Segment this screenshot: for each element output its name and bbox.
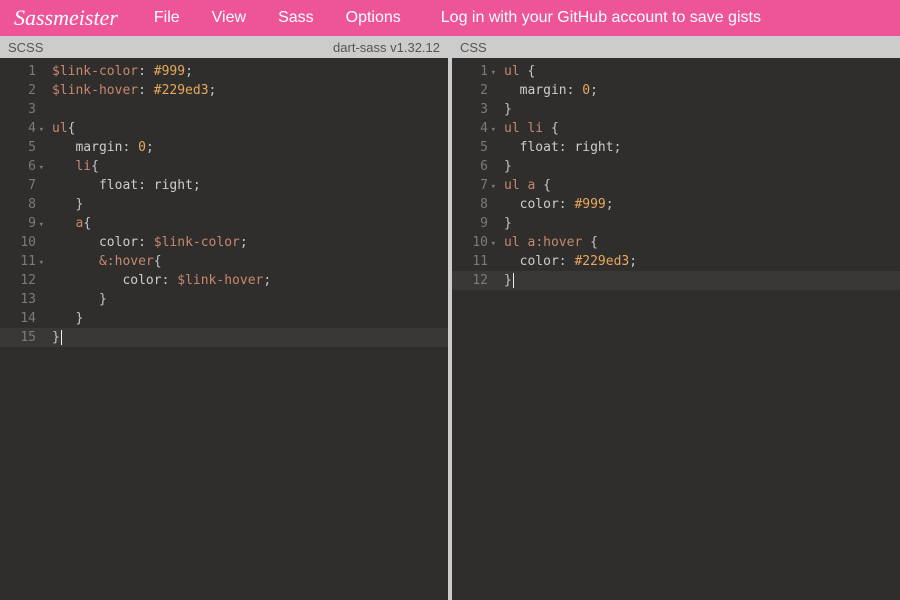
- line-number: 3: [456, 100, 488, 119]
- fold-down-icon[interactable]: ▾: [491, 235, 496, 254]
- code-line[interactable]: ul{: [52, 119, 448, 138]
- code-line[interactable]: a{: [52, 214, 448, 233]
- line-number: 1▾: [456, 62, 488, 81]
- css-code[interactable]: ul { margin: 0;}ul li { float: right;}ul…: [498, 58, 900, 600]
- code-line[interactable]: color: $link-hover;: [52, 271, 448, 290]
- scss-code[interactable]: $link-color: #999;$link-hover: #229ed3; u…: [46, 58, 448, 600]
- line-number: 12: [452, 271, 498, 290]
- code-line[interactable]: color: #229ed3;: [504, 252, 900, 271]
- fold-down-icon[interactable]: ▾: [39, 159, 44, 178]
- menu-view[interactable]: View: [196, 9, 262, 27]
- text-cursor: [61, 330, 62, 345]
- line-number: 8: [456, 195, 488, 214]
- app-logo: Sassmeister: [0, 5, 138, 31]
- scss-gutter: 1234▾56▾789▾1011▾12131415: [0, 58, 46, 600]
- code-line[interactable]: $link-color: #999;: [52, 62, 448, 81]
- fold-down-icon[interactable]: ▾: [491, 178, 496, 197]
- line-number: 2: [456, 81, 488, 100]
- line-number: 7▾: [456, 176, 488, 195]
- line-number: 13: [4, 290, 36, 309]
- line-number: 12: [4, 271, 36, 290]
- line-number: 9: [456, 214, 488, 233]
- scss-pane: SCSS dart-sass v1.32.12 1234▾56▾789▾1011…: [0, 36, 448, 600]
- code-line[interactable]: }: [52, 290, 448, 309]
- code-line[interactable]: }: [498, 271, 900, 290]
- text-cursor: [513, 273, 514, 288]
- scss-editor[interactable]: 1234▾56▾789▾1011▾12131415 $link-color: #…: [0, 58, 448, 600]
- css-pane-header: CSS: [452, 36, 900, 58]
- code-line[interactable]: }: [46, 328, 448, 347]
- line-number: 5: [4, 138, 36, 157]
- css-editor[interactable]: 1▾234▾567▾8910▾1112 ul { margin: 0;}ul l…: [452, 58, 900, 600]
- line-number: 5: [456, 138, 488, 157]
- code-line[interactable]: }: [504, 214, 900, 233]
- menu-file[interactable]: File: [138, 9, 196, 27]
- line-number: 15: [0, 328, 46, 347]
- css-gutter: 1▾234▾567▾8910▾1112: [452, 58, 498, 600]
- scss-pane-header: SCSS dart-sass v1.32.12: [0, 36, 448, 58]
- line-number: 1: [4, 62, 36, 81]
- css-pane-title: CSS: [460, 40, 487, 55]
- line-number: 11: [456, 252, 488, 271]
- line-number: 7: [4, 176, 36, 195]
- code-line[interactable]: }: [52, 309, 448, 328]
- scss-pane-title: SCSS: [8, 40, 43, 55]
- menubar: Sassmeister File View Sass Options Log i…: [0, 0, 900, 36]
- fold-down-icon[interactable]: ▾: [39, 216, 44, 235]
- menu-login[interactable]: Log in with your GitHub account to save …: [417, 9, 777, 27]
- line-number: 4▾: [4, 119, 36, 138]
- css-pane: CSS 1▾234▾567▾8910▾1112 ul { margin: 0;}…: [452, 36, 900, 600]
- code-line[interactable]: }: [504, 100, 900, 119]
- line-number: 3: [4, 100, 36, 119]
- line-number: 10: [4, 233, 36, 252]
- code-line[interactable]: }: [504, 157, 900, 176]
- fold-down-icon[interactable]: ▾: [491, 64, 496, 83]
- line-number: 10▾: [456, 233, 488, 252]
- line-number: 2: [4, 81, 36, 100]
- code-line[interactable]: }: [52, 195, 448, 214]
- line-number: 6▾: [4, 157, 36, 176]
- line-number: 9▾: [4, 214, 36, 233]
- fold-down-icon[interactable]: ▾: [39, 254, 44, 273]
- line-number: 11▾: [4, 252, 36, 271]
- code-line[interactable]: ul li {: [504, 119, 900, 138]
- code-line[interactable]: color: #999;: [504, 195, 900, 214]
- line-number: 6: [456, 157, 488, 176]
- fold-down-icon[interactable]: ▾: [491, 121, 496, 140]
- code-line[interactable]: margin: 0;: [504, 81, 900, 100]
- line-number: 14: [4, 309, 36, 328]
- code-line[interactable]: float: right;: [52, 176, 448, 195]
- line-number: 8: [4, 195, 36, 214]
- code-line[interactable]: $link-hover: #229ed3;: [52, 81, 448, 100]
- code-line[interactable]: ul a:hover {: [504, 233, 900, 252]
- compiler-version: dart-sass v1.32.12: [333, 40, 440, 55]
- code-line[interactable]: [52, 100, 448, 119]
- code-line[interactable]: li{: [52, 157, 448, 176]
- code-line[interactable]: ul {: [504, 62, 900, 81]
- code-line[interactable]: color: $link-color;: [52, 233, 448, 252]
- code-line[interactable]: float: right;: [504, 138, 900, 157]
- code-line[interactable]: &:hover{: [52, 252, 448, 271]
- fold-down-icon[interactable]: ▾: [39, 121, 44, 140]
- menu-sass[interactable]: Sass: [262, 9, 330, 27]
- code-line[interactable]: margin: 0;: [52, 138, 448, 157]
- menu-options[interactable]: Options: [330, 9, 417, 27]
- code-line[interactable]: ul a {: [504, 176, 900, 195]
- line-number: 4▾: [456, 119, 488, 138]
- split-panes: SCSS dart-sass v1.32.12 1234▾56▾789▾1011…: [0, 36, 900, 600]
